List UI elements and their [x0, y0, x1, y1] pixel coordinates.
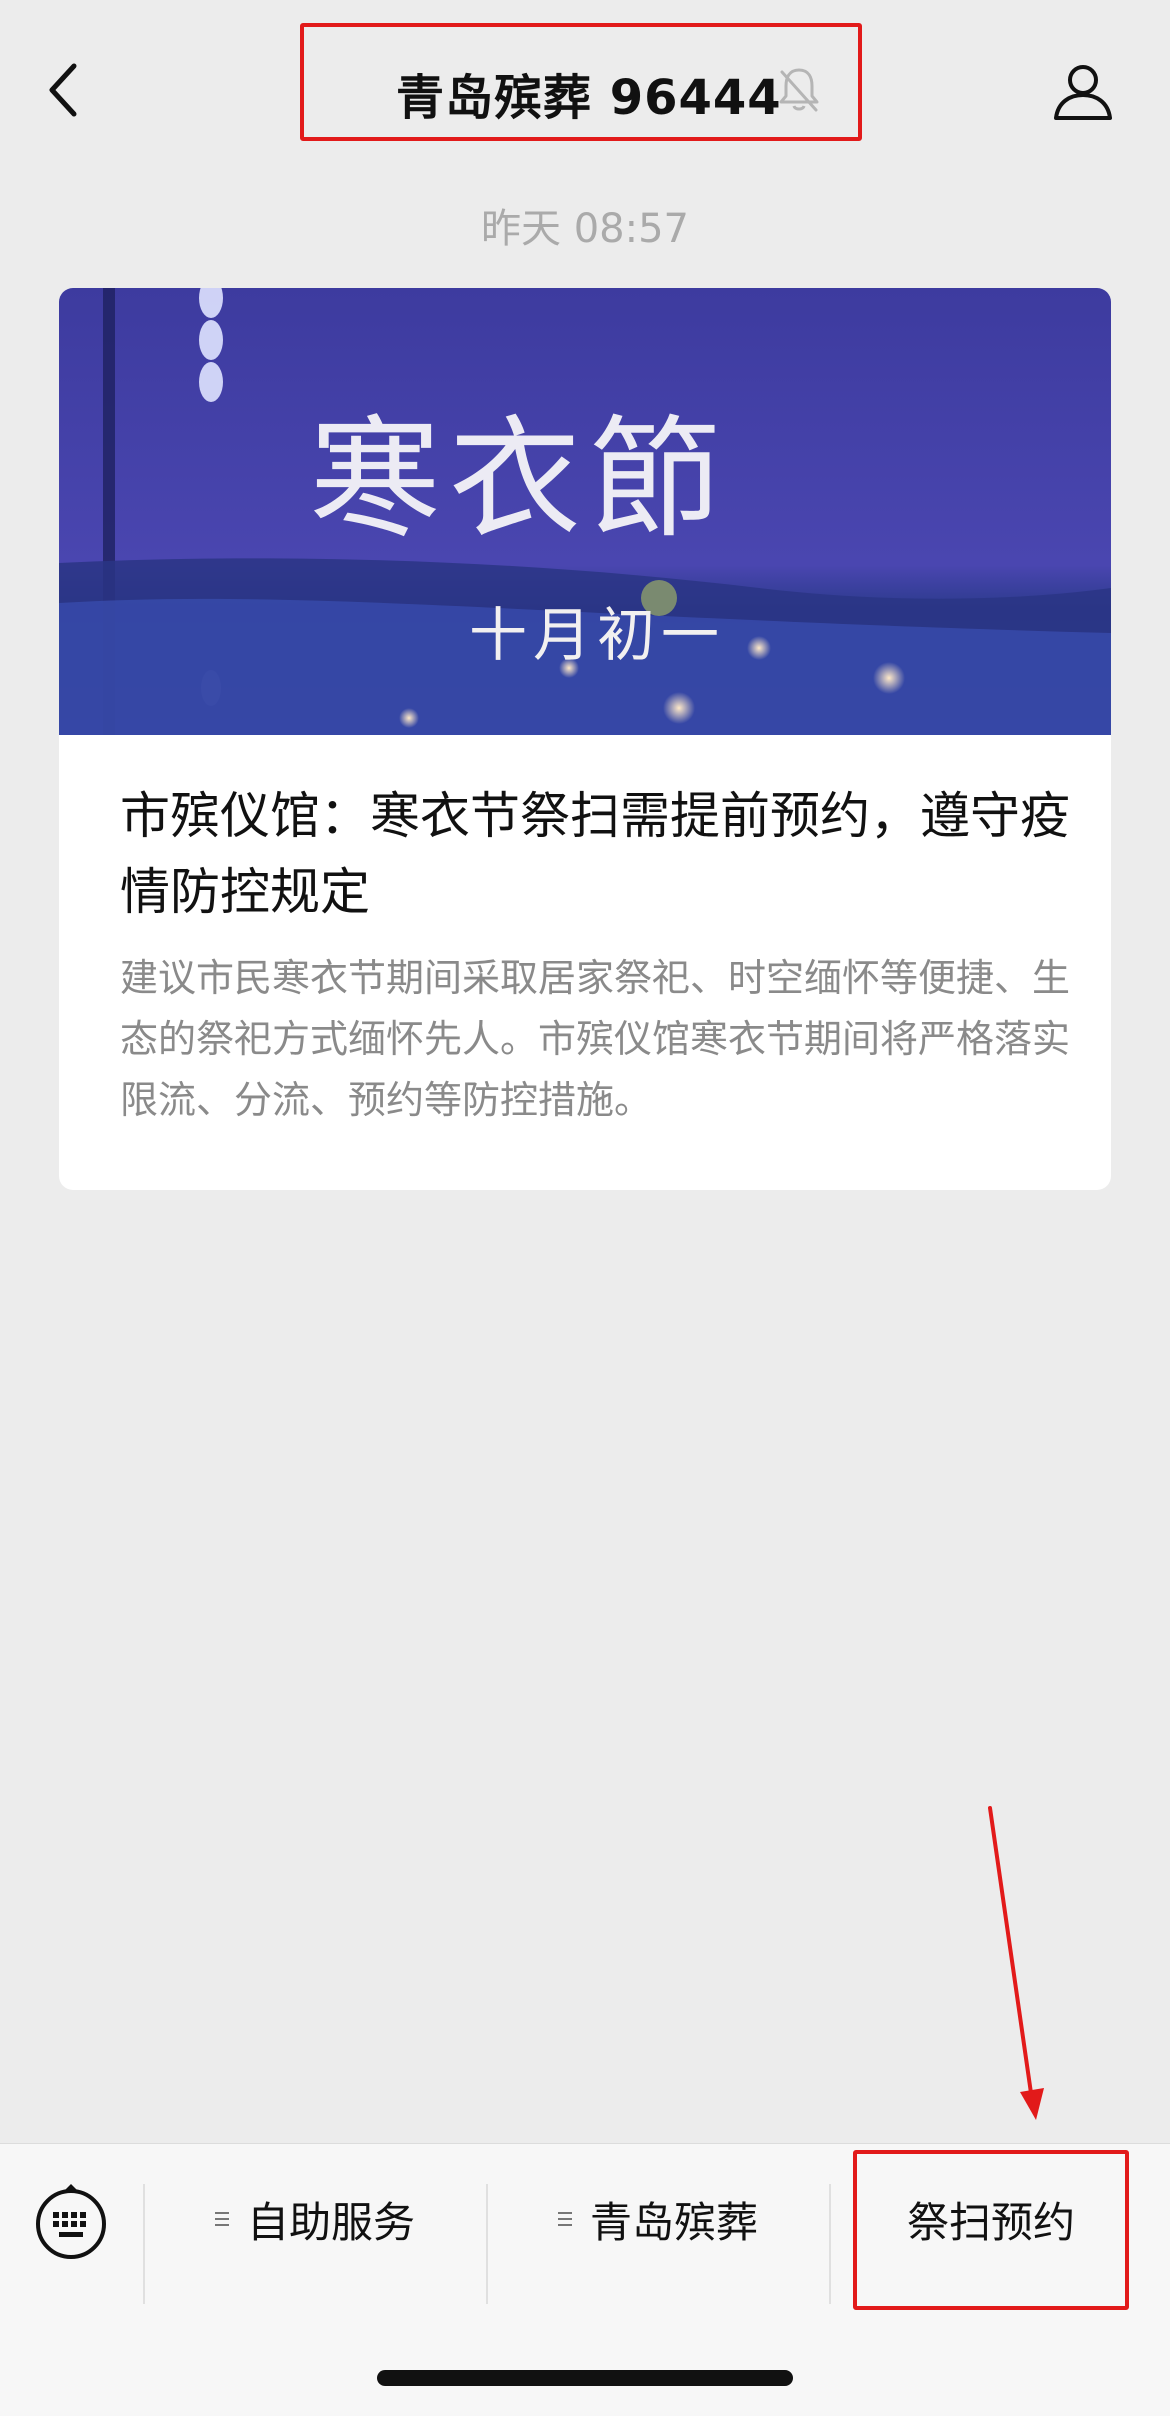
article-title[interactable]: 市殡仪馆：寒衣节祭扫需提前预约，遵守疫情防控规定 [120, 778, 1080, 930]
menu-item-qingdao-funeral[interactable]: 青岛殡葬 [488, 2164, 828, 2274]
bell-slash-icon [779, 68, 819, 112]
article-card[interactable]: 寒衣節 十月初一 市殡仪馆：寒衣节祭扫需提前预约，遵守疫情防控规定 建议市民寒衣… [59, 288, 1111, 1190]
menu-item-label: 自助服务 [246, 2197, 415, 2247]
submenu-icon [214, 2210, 229, 2228]
home-indicator[interactable] [377, 2370, 793, 2386]
message-timestamp: 昨天 08:57 [481, 206, 689, 252]
menu-item-self-service[interactable]: 自助服务 [145, 2164, 485, 2274]
banner-title: 寒衣節 [309, 403, 729, 557]
article-summary: 建议市民寒衣节期间采取居家祭祀、时空缅怀等便捷、生态的祭祀方式缅怀先人。市殡仪馆… [120, 956, 1071, 1122]
chat-header: 青岛殡葬 96444 [0, 0, 1170, 180]
menu-divider [829, 2184, 831, 2304]
menu-highlight-box [853, 2150, 1129, 2310]
chevron-left-icon[interactable] [44, 60, 84, 120]
banner-text: 寒衣節 十月初一 [59, 288, 1111, 735]
banner-subtitle: 十月初一 [469, 601, 726, 669]
menu-item-label: 青岛殡葬 [589, 2197, 758, 2247]
submenu-icon [557, 2210, 572, 2228]
person-icon[interactable] [1052, 60, 1114, 122]
chat-title[interactable]: 青岛殡葬 96444 [396, 58, 782, 128]
keyboard-icon[interactable] [34, 2180, 108, 2260]
red-arrow-annotation [988, 1806, 1044, 2120]
